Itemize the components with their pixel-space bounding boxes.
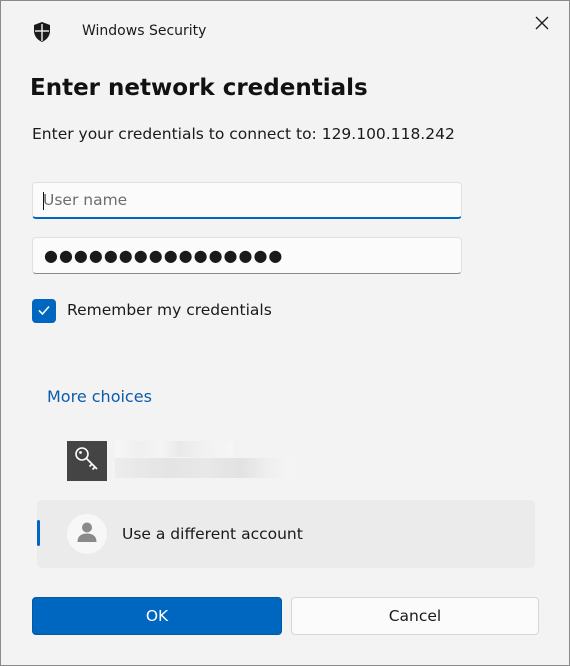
close-button[interactable] bbox=[527, 9, 557, 39]
title-bar: Windows Security bbox=[1, 1, 569, 59]
avatar bbox=[67, 514, 107, 554]
shield-icon bbox=[31, 21, 53, 43]
ok-button[interactable]: OK bbox=[32, 597, 282, 635]
different-account-label: Use a different account bbox=[122, 525, 303, 543]
selection-indicator bbox=[37, 520, 40, 546]
dialog-heading: Enter network credentials bbox=[30, 75, 368, 101]
remember-credentials-checkbox[interactable] bbox=[32, 299, 56, 323]
username-field-container bbox=[32, 182, 462, 219]
username-input[interactable] bbox=[33, 183, 461, 217]
remember-credentials-label[interactable]: Remember my credentials bbox=[67, 301, 272, 319]
cancel-button[interactable]: Cancel bbox=[291, 597, 539, 635]
redacted-account-detail bbox=[115, 458, 295, 478]
credentials-dialog: Windows Security Enter network credentia… bbox=[0, 0, 570, 666]
different-account-option[interactable]: Use a different account bbox=[37, 500, 535, 568]
dialog-subtitle: Enter your credentials to connect to: 12… bbox=[32, 125, 455, 143]
checkmark-icon bbox=[37, 302, 51, 321]
saved-account-option[interactable] bbox=[67, 441, 307, 481]
key-icon bbox=[72, 444, 102, 478]
more-choices-link[interactable]: More choices bbox=[47, 387, 152, 406]
redacted-account-name bbox=[115, 441, 233, 457]
password-field-container[interactable]: ●●●●●●●●●●●●●●●● bbox=[32, 237, 462, 274]
app-title: Windows Security bbox=[82, 23, 207, 39]
key-tile bbox=[67, 441, 107, 481]
password-input[interactable]: ●●●●●●●●●●●●●●●● bbox=[44, 246, 283, 266]
text-caret bbox=[43, 192, 44, 210]
person-icon bbox=[75, 520, 99, 548]
close-icon bbox=[535, 15, 549, 34]
